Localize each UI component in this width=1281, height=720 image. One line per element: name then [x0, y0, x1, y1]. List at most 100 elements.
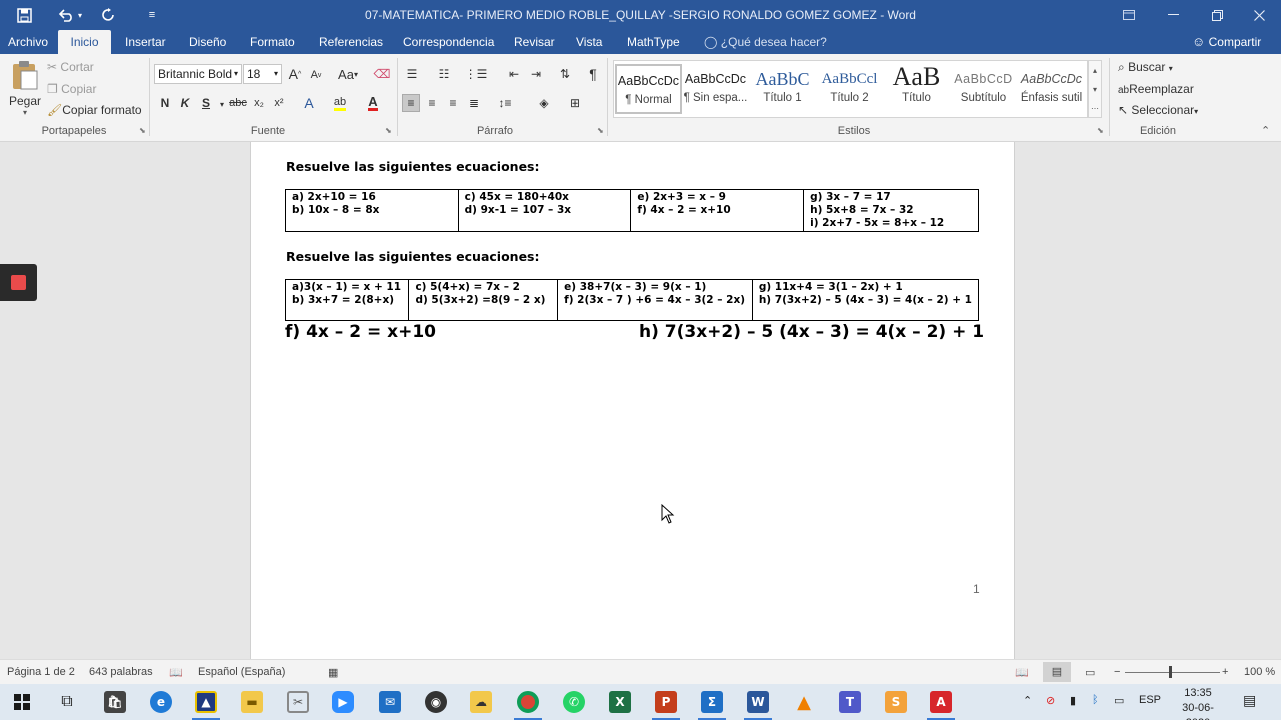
style-heading-1[interactable]: AaBbC Título 1 [749, 64, 816, 114]
font-launcher-icon[interactable]: ⬊ [385, 126, 392, 135]
borders-icon[interactable]: ⊞ [566, 94, 584, 112]
tab-mathtype[interactable]: MathType [627, 30, 680, 54]
style-subtle-emphasis[interactable]: AaBbCcDc Énfasis sutil [1018, 64, 1085, 114]
bold-button[interactable]: N [156, 94, 174, 112]
tab-inicio[interactable]: Inicio [58, 30, 111, 54]
tab-correspondencia[interactable]: Correspondencia [403, 30, 494, 54]
sort-icon[interactable]: ⇅ [556, 65, 574, 83]
strikethrough-button[interactable]: abc [229, 94, 247, 112]
start-icon[interactable] [2, 688, 42, 716]
styles-scroll[interactable]: ▴ ▾ ⋯ [1088, 60, 1102, 118]
antivirus-icon[interactable]: ⊘ [1046, 694, 1055, 707]
justify-icon[interactable]: ≣ [465, 94, 483, 112]
numbering-icon[interactable]: ☷ [435, 65, 453, 83]
line-spacing-icon[interactable]: ↕≡ [496, 94, 514, 112]
file-explorer-icon[interactable]: ▬ [232, 688, 272, 716]
bullets-icon[interactable]: ☰ [403, 65, 421, 83]
tab-revisar[interactable]: Revisar [514, 30, 555, 54]
align-center-icon[interactable]: ≡ [423, 94, 441, 112]
excel-icon[interactable]: X [600, 688, 640, 716]
clear-format-icon[interactable]: ⌫ [373, 65, 391, 83]
text-effects-icon[interactable]: A [300, 94, 318, 112]
superscript-button[interactable]: x² [270, 94, 288, 112]
align-left-icon[interactable]: ≡ [402, 94, 420, 112]
paste-dropdown-icon[interactable]: ▾ [9, 108, 41, 117]
macro-record-icon[interactable]: ▦ [328, 666, 338, 679]
subscript-button[interactable]: x₂ [250, 94, 268, 112]
shading-icon[interactable]: ◈ [535, 94, 553, 112]
select-button[interactable]: ↖ Seleccionar▾ [1118, 103, 1198, 117]
italic-button[interactable]: K [176, 94, 194, 112]
page[interactable]: Resuelve las siguientes ecuaciones: a) 2… [250, 142, 1015, 659]
find-button[interactable]: ⌕ Buscar ▾ [1118, 60, 1173, 75]
store-icon[interactable]: 🛍 [95, 688, 135, 716]
zoom-slider[interactable] [1125, 672, 1220, 673]
chrome-icon[interactable] [508, 688, 548, 720]
tab-vista[interactable]: Vista [576, 30, 602, 54]
font-color-button[interactable]: A [364, 94, 382, 112]
snip-icon[interactable]: ✂ [278, 688, 318, 716]
tab-formato[interactable]: Formato [250, 30, 295, 54]
align-right-icon[interactable]: ≡ [444, 94, 462, 112]
battery-icon[interactable]: ▭ [1114, 694, 1124, 707]
edge-icon[interactable]: e [141, 688, 181, 716]
powerpoint-icon[interactable]: P [646, 688, 686, 720]
collapse-ribbon-icon[interactable]: ⌃ [1261, 124, 1270, 137]
page-count[interactable]: Página 1 de 2 [7, 666, 75, 678]
record-button[interactable] [0, 264, 37, 301]
ribbon-display-icon[interactable] [1107, 0, 1151, 30]
proofing-icon[interactable]: 📖 [169, 666, 183, 679]
font-size-field[interactable]: 18 ▾ [243, 64, 282, 84]
word-icon[interactable]: W [738, 688, 778, 720]
change-case-button[interactable]: Aa ▾ [334, 65, 362, 83]
share-button[interactable]: ☺ Compartir [1192, 30, 1261, 54]
style-heading-2[interactable]: AaBbCcl Título 2 [816, 64, 883, 114]
show-hidden-icons[interactable]: ⌃ [1023, 694, 1032, 707]
paste-button[interactable]: Pegar ▾ [9, 60, 41, 120]
cut-button[interactable]: ✂ Cortar [47, 60, 94, 74]
style-normal[interactable]: AaBbCcDc ¶ Normal [615, 64, 682, 114]
print-layout-icon[interactable]: ▤ [1043, 662, 1071, 682]
read-mode-icon[interactable]: 📖 [1015, 666, 1029, 679]
microphone-icon[interactable]: ▮ [1070, 694, 1076, 707]
grow-font-button[interactable]: A ^ [286, 65, 304, 83]
document-area[interactable]: Resuelve las siguientes ecuaciones: a) 2… [0, 142, 1281, 659]
zoom-level[interactable]: 100 % [1244, 666, 1275, 678]
font-name-field[interactable]: Britannic Bold ▾ [154, 64, 242, 84]
minimize-icon[interactable] [1151, 0, 1195, 30]
whatsapp-icon[interactable]: ✆ [554, 688, 594, 716]
copy-button[interactable]: ❐ Copiar [47, 82, 96, 96]
bluetooth-icon[interactable]: ᛒ [1092, 694, 1099, 706]
close-icon[interactable] [1237, 0, 1281, 30]
zoom-in-icon[interactable]: + [1222, 666, 1228, 678]
clipboard-launcher-icon[interactable]: ⬊ [139, 126, 146, 135]
photo-app-icon[interactable]: ▲ [186, 688, 226, 720]
style-no-spacing[interactable]: AaBbCcDc ¶ Sin espa... [682, 64, 749, 114]
shrink-font-button[interactable]: Av [307, 66, 325, 84]
sublime-icon[interactable]: S [876, 688, 916, 716]
acrobat-icon[interactable]: A [921, 688, 961, 720]
style-title[interactable]: AaB Título [883, 64, 950, 114]
tab-archivo[interactable]: Archivo [8, 30, 48, 54]
tab-referencias[interactable]: Referencias [319, 30, 383, 54]
word-count[interactable]: 643 palabras [89, 666, 153, 678]
language-status[interactable]: Español (España) [198, 666, 285, 678]
tab-diseno[interactable]: Diseño [189, 30, 226, 54]
paragraph-launcher-icon[interactable]: ⬊ [597, 126, 604, 135]
zoom-slider-thumb[interactable] [1169, 666, 1172, 678]
styles-launcher-icon[interactable]: ⬊ [1097, 126, 1104, 135]
onedrive-icon[interactable]: ☁ [461, 688, 501, 716]
style-subtitle[interactable]: AaBbCcD Subtítulo [950, 64, 1017, 114]
teams-icon[interactable]: T [830, 688, 870, 716]
zoom-icon[interactable]: ▶ [323, 688, 363, 716]
restore-icon[interactable] [1195, 0, 1239, 30]
task-view-icon[interactable]: ⧉ [47, 688, 87, 716]
web-layout-icon[interactable]: ▭ [1085, 666, 1095, 679]
zoom-out-icon[interactable]: − [1114, 666, 1120, 678]
camera-app-icon[interactable]: ◉ [416, 688, 456, 716]
keyboard-language[interactable]: ESP [1139, 694, 1161, 706]
format-painter-button[interactable]: 🖌Copiar formato [47, 103, 142, 117]
tab-insertar[interactable]: Insertar [125, 30, 166, 54]
show-marks-icon[interactable]: ¶ [584, 65, 602, 83]
replace-button[interactable]: abReemplazar [1118, 82, 1194, 96]
